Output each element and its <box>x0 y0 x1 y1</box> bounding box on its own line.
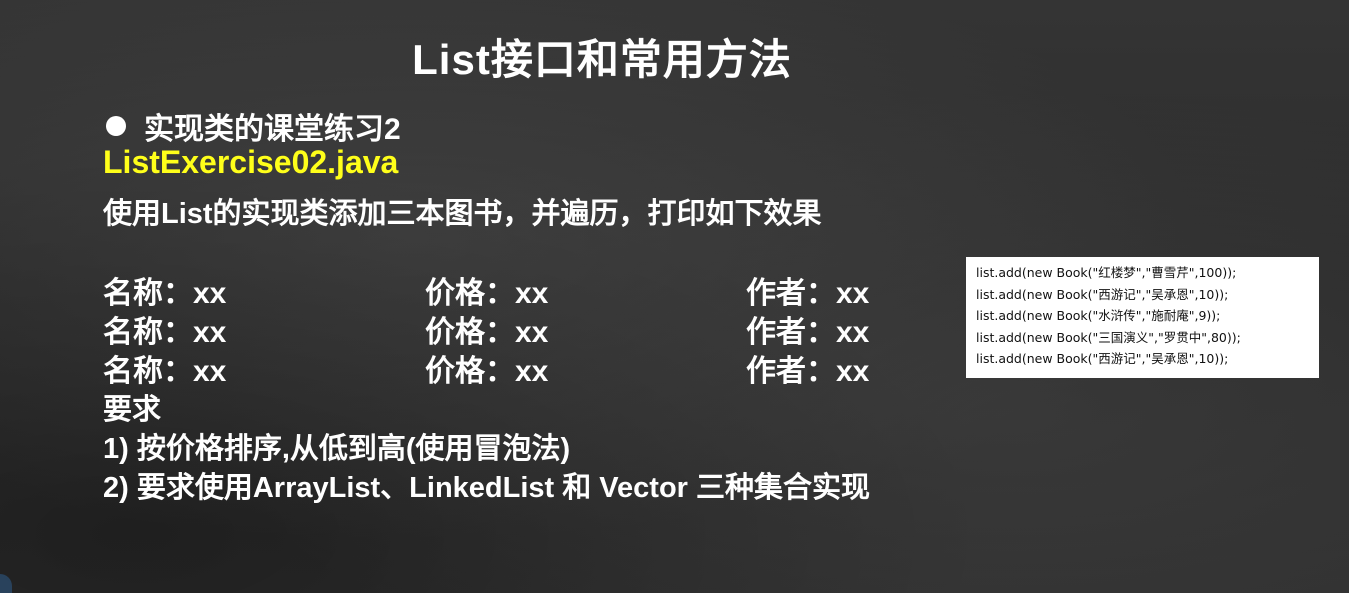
code-line: list.add(new Book("红楼梦","曹雪芹",100)); <box>976 265 1237 280</box>
output-price: 价格：xx <box>425 355 549 388</box>
slide-title: List接口和常用方法 <box>412 36 792 83</box>
output-row: 名称：xx 价格：xx 作者：xx <box>103 307 963 349</box>
output-price: 价格：xx <box>425 316 549 349</box>
bullet-dot-icon <box>106 116 126 136</box>
output-price: 价格：xx <box>425 277 549 310</box>
output-name: 名称：xx <box>103 355 227 388</box>
corner-logo-icon <box>0 574 12 593</box>
output-name: 名称：xx <box>103 277 227 310</box>
code-snippet-box: list.add(new Book("红楼梦","曹雪芹",100)); lis… <box>966 257 1319 378</box>
code-line: list.add(new Book("水浒传","施耐庵",9)); <box>976 308 1221 324</box>
code-line: list.add(new Book("西游记","吴承恩",10)); <box>976 351 1229 367</box>
code-line: list.add(new Book("三国演义","罗贯中",80)); <box>976 329 1241 345</box>
code-line: list.add(new Book("西游记","吴承恩",10)); <box>976 286 1229 302</box>
slide: List接口和常用方法 实现类的课堂练习2 ListExercise02.jav… <box>0 0 1349 593</box>
file-name: ListExercise02.java <box>103 144 399 180</box>
bullet-text: 实现类的课堂练习2 <box>144 113 401 146</box>
task-description: 使用List的实现类添加三本图书，并遍历，打印如下效果 <box>103 198 822 230</box>
output-author: 作者：xx <box>746 316 870 349</box>
output-row: 名称：xx 价格：xx 作者：xx <box>103 346 963 388</box>
requirement-item: 1) 按价格排序,从低到高(使用冒泡法) <box>103 433 571 465</box>
output-author: 作者：xx <box>746 355 870 388</box>
requirements-heading: 要求 <box>103 394 162 426</box>
bullet-heading: 实现类的课堂练习2 <box>103 104 401 148</box>
requirement-item: 2) 要求使用ArrayList、LinkedList 和 Vector 三种集… <box>103 472 871 504</box>
output-row: 名称：xx 价格：xx 作者：xx <box>103 268 963 310</box>
output-author: 作者：xx <box>746 277 870 310</box>
output-name: 名称：xx <box>103 316 227 349</box>
